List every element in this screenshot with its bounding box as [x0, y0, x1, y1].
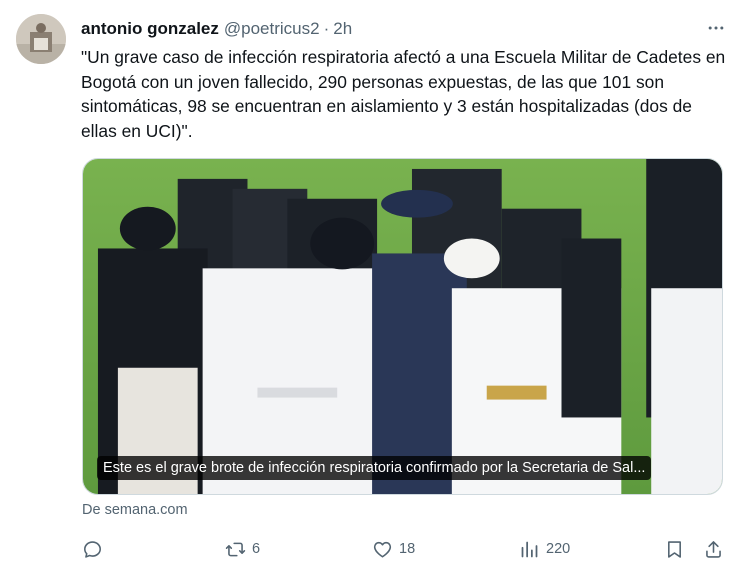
tweet-text: "Un grave caso de infección respiratoria… — [81, 47, 726, 141]
share-icon — [706, 540, 721, 558]
cadets-photo — [83, 159, 722, 494]
more-icon — [708, 26, 724, 30]
views-button[interactable]: 220 — [519, 535, 570, 563]
separator-dot: · — [323, 19, 330, 38]
tweet-actions: 6 18 220 — [81, 535, 726, 563]
media-caption: Este es el grave brote de infección resp… — [97, 456, 652, 480]
like-button[interactable]: 18 — [372, 535, 415, 563]
avatar-image — [16, 14, 66, 64]
reply-button[interactable] — [82, 535, 103, 563]
views-count: 220 — [546, 541, 571, 557]
retweet-count: 6 — [252, 541, 261, 557]
author-avatar[interactable] — [16, 14, 66, 64]
heart-icon — [373, 541, 392, 557]
retweet-button[interactable]: 6 — [225, 535, 260, 563]
tweet-time[interactable]: 2h — [333, 19, 352, 39]
tweet-media[interactable]: Este es el grave brote de infección resp… — [82, 158, 723, 495]
link-source[interactable]: De semana.com — [82, 502, 188, 518]
author-name[interactable]: antonio gonzalez — [81, 19, 219, 39]
share-button[interactable] — [703, 535, 724, 563]
tweet-header: antonio gonzalez @poetricus2 · 2h — [81, 18, 728, 40]
more-options-button[interactable] — [704, 16, 728, 40]
reply-icon — [84, 540, 101, 558]
like-count: 18 — [399, 541, 416, 557]
views-icon — [521, 541, 538, 557]
bookmark-button[interactable] — [664, 535, 685, 563]
author-handle[interactable]: @poetricus2 — [224, 19, 320, 39]
bookmark-icon — [668, 540, 681, 558]
retweet-icon — [225, 542, 246, 556]
